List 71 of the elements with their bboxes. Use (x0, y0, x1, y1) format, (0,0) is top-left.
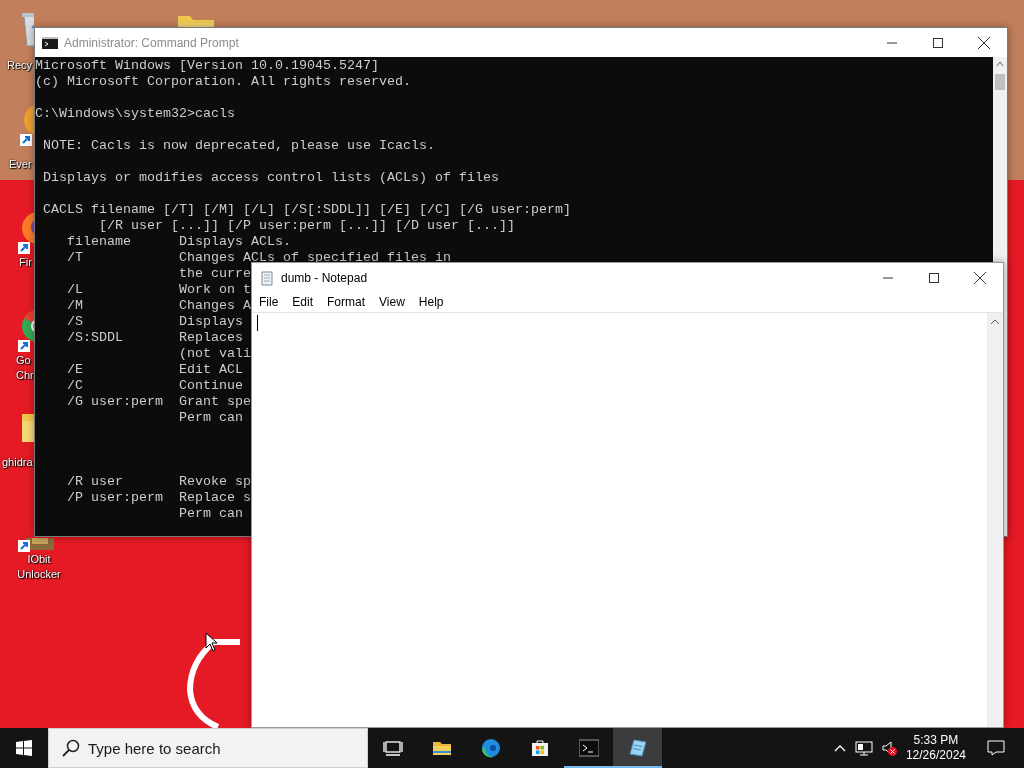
clock-button[interactable]: 5:33 PM 12/26/2024 (899, 733, 972, 763)
option-name: /R user (67, 474, 124, 490)
option-description: Edit ACL (179, 362, 243, 378)
scrollbar[interactable] (987, 313, 1003, 727)
chevron-up-icon[interactable] (833, 744, 846, 752)
maximize-icon[interactable] (933, 37, 943, 48)
option-description: (not vali (179, 346, 251, 362)
scrollbar-thumb[interactable] (995, 74, 1005, 90)
console-line: (c) Microsoft Corporation. All rights reserved. (35, 74, 412, 90)
option-name: /E (67, 362, 84, 378)
option-description: Perm can (179, 410, 243, 426)
option-name: filename (67, 234, 132, 250)
terminal-icon (42, 36, 58, 49)
option-description: the curre (179, 266, 251, 282)
taskbar-button[interactable] (613, 728, 662, 768)
option-name: /G user:perm (67, 394, 164, 410)
console-line: C:\Windows\system32>cacls (35, 106, 236, 122)
option-name: /M (67, 298, 84, 314)
option-description: Perm can (179, 506, 243, 522)
windows-logo-icon (16, 740, 32, 756)
menu-item[interactable]: Edit (285, 293, 321, 311)
console-line: NOTE: Cacls is now deprecated, please use Icacls. (42, 138, 436, 154)
option-description: Displays (179, 314, 243, 330)
option-description: Revoke sp (179, 474, 251, 490)
maximize-icon[interactable] (929, 272, 939, 283)
console-line: Microsoft Windows [Version 10.0.19045.5247] (35, 58, 380, 74)
icon-label[interactable]: Go (16, 353, 31, 367)
browser-icon (480, 738, 501, 758)
icon-label[interactable]: ghidra (2, 455, 33, 469)
notepad-icon (259, 269, 275, 286)
icon-label[interactable]: Fir (19, 255, 32, 269)
option-description: Displays ACLs. (179, 234, 291, 250)
option-description: Continue (179, 378, 243, 394)
icon-label[interactable]: Ever (9, 157, 32, 171)
option-description: Changes ACLs of specified files in (179, 250, 451, 266)
menu-item[interactable]: View (372, 293, 412, 311)
speaker-icon (881, 741, 894, 755)
store-icon (529, 738, 550, 758)
option-description: Replace s (179, 490, 251, 506)
chat-bubble-icon (987, 740, 1005, 756)
option-name: /P user:perm (67, 490, 164, 506)
option-name: /L (67, 282, 84, 298)
console-line: [/R user [...]] [/P user:perm [...]] [/D user [...]] (98, 218, 516, 234)
search-icon (62, 739, 80, 757)
option-description: Grant spe (179, 394, 251, 410)
menu-item[interactable]: Format (320, 293, 373, 311)
window-title: dumb - Notepad (281, 270, 369, 285)
notepad-icon (627, 738, 648, 758)
option-name: /T (67, 250, 84, 266)
option-name: /C (67, 378, 84, 394)
icon-label[interactable]: Recy (7, 58, 33, 72)
window-title: Administrator: Command Prompt (64, 35, 240, 50)
option-description: Work on t (179, 282, 251, 298)
console-line: CACLS filename [/T] [/M] [/L] [/S[:SDDL]] [/E] [/C] [/G user:perm] (42, 202, 572, 218)
close-icon[interactable] (978, 36, 990, 49)
option-name: /S:SDDL (67, 330, 124, 346)
icon-label[interactable]: Chr (16, 368, 34, 382)
menu-item[interactable]: Help (411, 293, 451, 311)
console-line: Displays or modifies access control lists (ACLs) of files (42, 170, 500, 186)
monitor-icon (854, 740, 873, 756)
text-caret (257, 315, 258, 331)
task-view-icon (382, 738, 403, 758)
option-name: /S (67, 314, 84, 330)
terminal-icon (578, 738, 599, 758)
menu-item[interactable]: File (252, 293, 286, 311)
search-field[interactable]: Type here to search (48, 728, 368, 768)
icon-label[interactable]: Unlocker (12, 567, 66, 581)
option-description: Replaces (179, 330, 243, 346)
close-icon[interactable] (974, 271, 986, 284)
option-description: Changes A (179, 298, 251, 314)
icon-label[interactable]: IObit (12, 552, 66, 566)
